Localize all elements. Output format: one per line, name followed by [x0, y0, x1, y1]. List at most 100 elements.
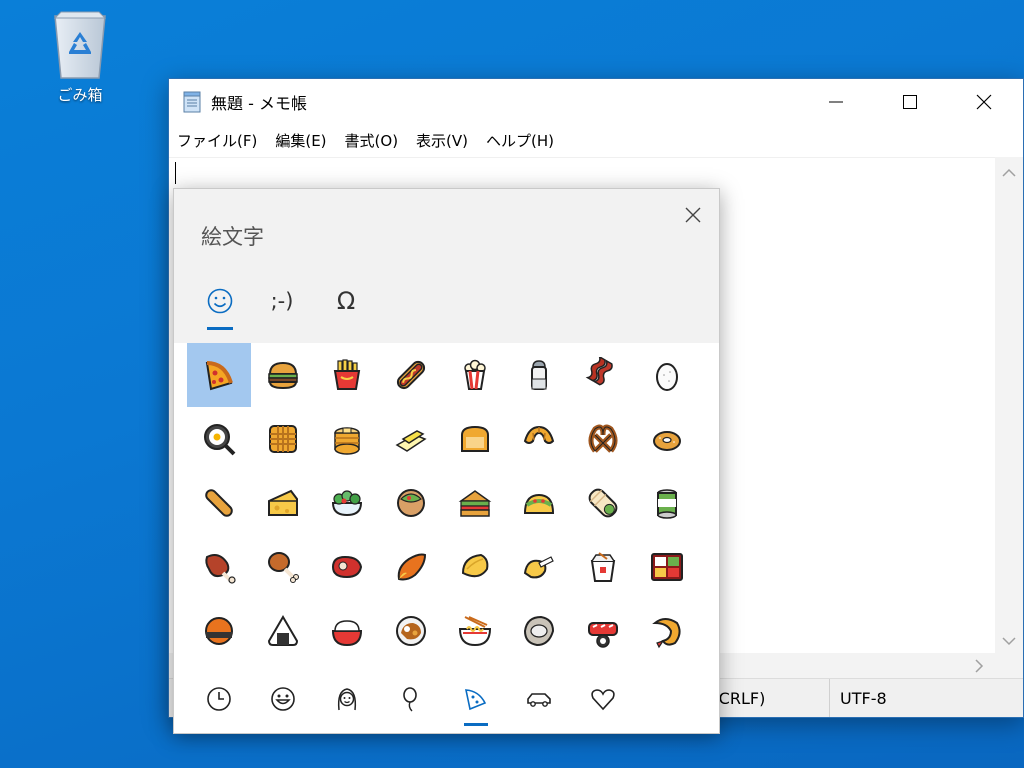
- scroll-up-icon: [1002, 168, 1016, 177]
- recycle-bin-desktop-icon[interactable]: ごみ箱: [40, 8, 120, 105]
- rice-ball-icon: [267, 615, 299, 646]
- category-symbols[interactable]: [585, 681, 621, 717]
- text-caret: [175, 162, 176, 184]
- vertical-scrollbar[interactable]: [995, 157, 1023, 653]
- person-icon: [337, 688, 357, 711]
- tab-symbols[interactable]: Ω: [326, 281, 366, 321]
- category-travel[interactable]: [521, 681, 557, 717]
- emoji-curry-rice[interactable]: [379, 599, 443, 663]
- category-smileys[interactable]: [265, 681, 301, 717]
- emoji-burrito[interactable]: [571, 471, 635, 535]
- close-icon: [976, 94, 992, 110]
- category-celebrations[interactable]: [393, 681, 429, 717]
- category-food[interactable]: [457, 681, 493, 717]
- smiley-icon: [271, 687, 295, 711]
- emoji-ramen[interactable]: [443, 599, 507, 663]
- egg-icon: [656, 363, 678, 391]
- recycle-bin-label: ごみ箱: [57, 86, 103, 104]
- emoji-panel-close-button[interactable]: [681, 203, 705, 227]
- sushi-icon: [588, 622, 618, 648]
- tab-kaomoji[interactable]: ;-): [262, 281, 302, 321]
- bread-icon: [461, 425, 489, 452]
- emoji-takeout-box[interactable]: [571, 535, 635, 599]
- emoji-pancakes[interactable]: [315, 407, 379, 471]
- emoji-bagel[interactable]: [635, 407, 699, 471]
- emoji-hamburger[interactable]: [251, 343, 315, 407]
- emoji-category-bar: [174, 669, 719, 733]
- tab-emoji[interactable]: [200, 281, 240, 321]
- emoji-salad[interactable]: [315, 471, 379, 535]
- menu-help[interactable]: ヘルプ(H): [484, 128, 556, 153]
- emoji-fries[interactable]: [315, 343, 379, 407]
- poultry-leg-icon: [268, 552, 299, 583]
- emoji-canned-food[interactable]: [635, 471, 699, 535]
- emoji-salt[interactable]: [507, 343, 571, 407]
- emoji-egg[interactable]: [635, 343, 699, 407]
- emoji-fortune-cookie[interactable]: [507, 535, 571, 599]
- notepad-app-icon: [183, 91, 201, 113]
- emoji-pizza[interactable]: [187, 343, 251, 407]
- clock-icon: [207, 687, 231, 711]
- active-category-indicator: [464, 723, 488, 726]
- balloon-icon: [403, 687, 417, 712]
- emoji-cooking[interactable]: [187, 407, 251, 471]
- emoji-oyster[interactable]: [507, 599, 571, 663]
- hotdog-icon: [396, 360, 426, 390]
- emoji-panel-header: 絵文字 ;-) Ω: [174, 189, 719, 343]
- emoji-meat-on-bone[interactable]: [187, 535, 251, 599]
- smiley-tab-icon: [207, 288, 233, 314]
- emoji-sandwich[interactable]: [443, 471, 507, 535]
- roasted-sweet-potato-icon: [397, 553, 427, 581]
- category-recent[interactable]: [201, 681, 237, 717]
- title-bar[interactable]: 無題 - メモ帳: [169, 79, 1023, 125]
- emoji-rice-cracker[interactable]: [187, 599, 251, 663]
- scroll-right-icon: [975, 659, 984, 673]
- emoji-popcorn[interactable]: [443, 343, 507, 407]
- emoji-fried-shrimp[interactable]: [635, 599, 699, 663]
- bagel-icon: [653, 431, 681, 451]
- emoji-cooked-rice[interactable]: [315, 599, 379, 663]
- emoji-cheese[interactable]: [251, 471, 315, 535]
- emoji-poultry-leg[interactable]: [251, 535, 315, 599]
- emoji-waffle[interactable]: [251, 407, 315, 471]
- emoji-hotdog[interactable]: [379, 343, 443, 407]
- emoji-bento[interactable]: [635, 535, 699, 599]
- heart-icon: [591, 689, 615, 711]
- baguette-icon: [205, 489, 233, 517]
- maximize-icon: [903, 95, 917, 109]
- emoji-baguette[interactable]: [187, 471, 251, 535]
- emoji-dumpling[interactable]: [443, 535, 507, 599]
- ramen-icon: [458, 616, 492, 647]
- cheese-icon: [268, 489, 298, 516]
- waffle-icon: [269, 425, 297, 453]
- emoji-stuffed-flatbread[interactable]: [379, 471, 443, 535]
- pizza-icon: [464, 689, 487, 711]
- pancakes-icon: [334, 427, 360, 455]
- menu-view[interactable]: 表示(V): [414, 128, 470, 153]
- pretzel-icon: [588, 424, 618, 453]
- emoji-bread[interactable]: [443, 407, 507, 471]
- menu-format[interactable]: 書式(O): [343, 128, 401, 153]
- curry-rice-icon: [396, 616, 426, 646]
- emoji-pretzel[interactable]: [571, 407, 635, 471]
- emoji-roasted-sweet-potato[interactable]: [379, 535, 443, 599]
- emoji-rice-ball[interactable]: [251, 599, 315, 663]
- emoji-croissant[interactable]: [507, 407, 571, 471]
- bento-icon: [651, 553, 683, 581]
- minimize-button[interactable]: [799, 79, 873, 125]
- menu-edit[interactable]: 編集(E): [273, 128, 328, 153]
- category-people[interactable]: [329, 681, 365, 717]
- close-button[interactable]: [947, 79, 1021, 125]
- emoji-panel-title: 絵文字: [201, 225, 264, 249]
- maximize-button[interactable]: [873, 79, 947, 125]
- menu-file[interactable]: ファイル(F): [175, 128, 259, 153]
- rice-cracker-icon: [205, 617, 233, 645]
- emoji-taco[interactable]: [507, 471, 571, 535]
- car-icon: [527, 693, 551, 707]
- fried-shrimp-icon: [652, 618, 681, 649]
- emoji-bacon[interactable]: [571, 343, 635, 407]
- recycle-bin-icon: [53, 11, 107, 79]
- emoji-butter[interactable]: [379, 407, 443, 471]
- emoji-sushi[interactable]: [571, 599, 635, 663]
- emoji-cut-of-meat[interactable]: [315, 535, 379, 599]
